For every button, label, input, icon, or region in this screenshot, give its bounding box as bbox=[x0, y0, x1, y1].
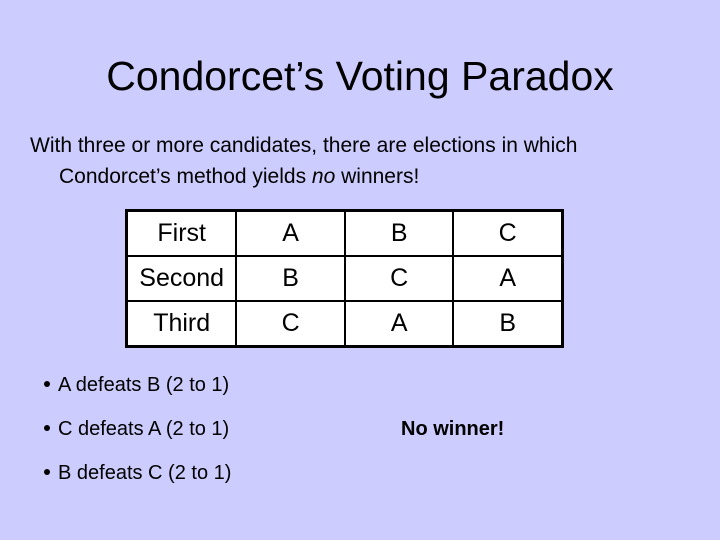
ballot-cell: C bbox=[452, 209, 564, 257]
ballot-table-container: First A B C Second B C A Third C A B bbox=[125, 209, 564, 348]
bullet-text: C defeats A (2 to 1) bbox=[58, 418, 230, 440]
list-item: C defeats A (2 to 1) bbox=[44, 412, 231, 456]
bullet-icon bbox=[44, 380, 50, 387]
ballot-cell: B bbox=[452, 300, 564, 348]
list-item: B defeats C (2 to 1) bbox=[44, 456, 231, 500]
table-row: Third C A B bbox=[125, 300, 564, 348]
intro-text: With three or more candidates, there are… bbox=[30, 130, 710, 192]
intro-emphasis: no bbox=[311, 165, 336, 188]
intro-line-2: Condorcet’s method yields no winners! bbox=[30, 161, 710, 192]
ballot-cell: C bbox=[343, 255, 455, 302]
pairwise-results-list: A defeats B (2 to 1) C defeats A (2 to 1… bbox=[44, 368, 231, 500]
bullet-text: B defeats C (2 to 1) bbox=[58, 462, 232, 484]
result-text: No winner! bbox=[401, 418, 505, 440]
bullet-icon bbox=[44, 424, 50, 431]
rank-label: Second bbox=[125, 255, 238, 302]
rank-label: Third bbox=[125, 300, 238, 348]
ballot-cell: A bbox=[452, 255, 564, 302]
intro-line-2-start: Condorcet’s method yields bbox=[59, 165, 312, 188]
slide-title: Condorcet’s Voting Paradox bbox=[106, 53, 614, 99]
bullet-icon bbox=[44, 468, 50, 475]
table-row: First A B C bbox=[125, 209, 564, 257]
ballot-table: First A B C Second B C A Third C A B bbox=[125, 209, 564, 348]
ballot-cell: A bbox=[343, 300, 455, 348]
ballot-cell: C bbox=[235, 300, 346, 348]
intro-line-2-end: winners! bbox=[335, 165, 420, 188]
ballot-cell: A bbox=[235, 209, 346, 257]
intro-line-1: With three or more candidates, there are… bbox=[30, 134, 578, 157]
bullet-text: A defeats B (2 to 1) bbox=[58, 374, 230, 396]
ballot-cell: B bbox=[235, 255, 346, 302]
list-item: A defeats B (2 to 1) bbox=[44, 368, 231, 412]
ballot-cell: B bbox=[343, 209, 455, 257]
rank-label: First bbox=[125, 209, 238, 257]
table-row: Second B C A bbox=[125, 255, 564, 302]
